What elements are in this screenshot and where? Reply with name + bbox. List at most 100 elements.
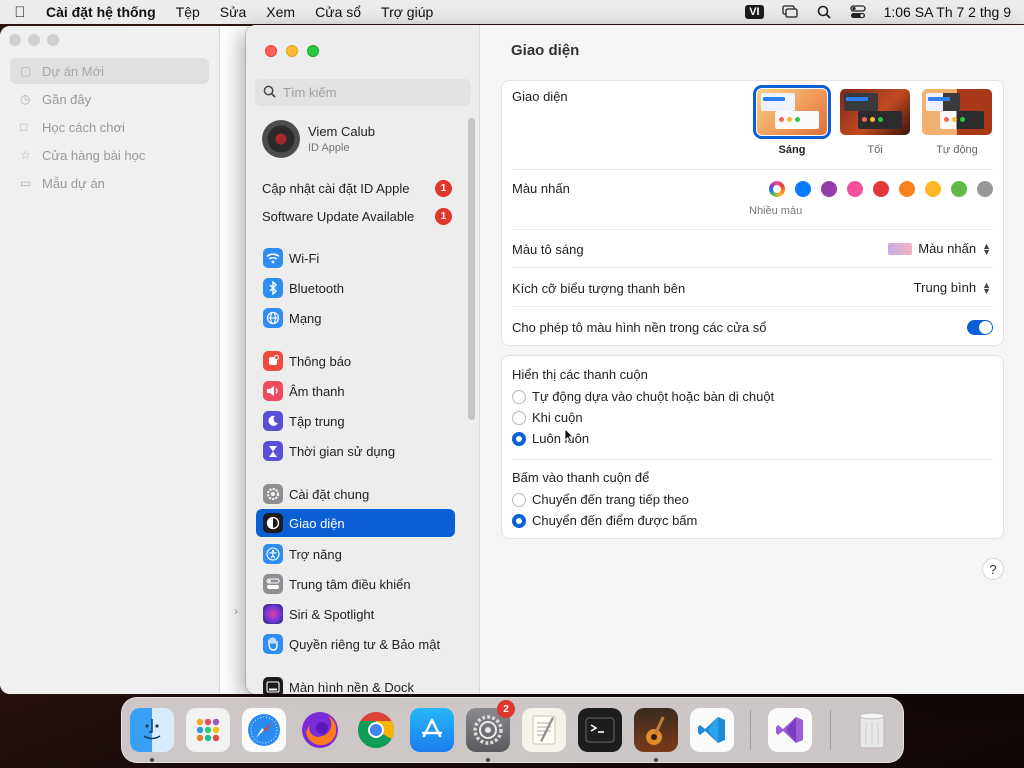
scroll-option-always[interactable]: Luôn luôn [512,431,589,446]
user-name: Viem Calub [308,124,375,139]
radio-button[interactable] [512,492,526,507]
accent-swatch-orange[interactable] [899,181,915,197]
scroll-option-automatic[interactable]: Tự động dựa vào chuột hoặc bàn di chuột [512,389,774,404]
sidebar-item-label: Âm thanh [289,383,345,399]
divider [512,306,993,307]
safari-icon[interactable] [242,708,286,752]
vscode-icon[interactable] [690,708,734,752]
control-center-icon[interactable] [849,5,866,19]
notification-software-update[interactable]: Software Update Available 1 [262,206,452,226]
close-button[interactable] [9,34,21,46]
chrome-icon[interactable] [354,708,398,752]
apple-id-row[interactable]: Viem Calub ID Apple [262,120,375,158]
highlight-color-select[interactable]: Màu nhấn ▲ ▼ [888,241,991,256]
sidebar-item-siri-spotlight[interactable]: Siri & Spotlight [256,600,455,628]
sidebar-scrollbar[interactable] [468,118,475,420]
screen-mirroring-icon[interactable] [781,5,798,19]
click-option-clicked-spot[interactable]: Chuyển đến điểm được bấm [512,513,697,528]
visual-studio-icon[interactable] [768,708,812,752]
menu-file[interactable]: Tệp [166,4,210,20]
chevron-right-icon[interactable]: › [234,604,238,618]
accent-swatch-blue[interactable] [795,181,811,197]
sidebar-item-wifi[interactable]: Wi-Fi [256,244,455,272]
sidebar-item-privacy-security[interactable]: Quyền riêng tư & Bảo mật [256,630,455,658]
dock-separator [830,710,831,750]
accent-swatch-graphite[interactable] [977,181,993,197]
sidebar-item-sound[interactable]: Âm thanh [256,377,455,405]
accent-swatch-pink[interactable] [847,181,863,197]
back-item-new-project[interactable]: ▢ Dự án Mới [10,58,209,84]
scroll-option-when-scrolling[interactable]: Khi cuộn [512,410,583,425]
back-item-lesson-store[interactable]: ☆ Cửa hàng bài học [10,142,209,168]
sidebar-item-general[interactable]: Cài đặt chung [256,480,455,508]
accent-swatch-purple[interactable] [821,181,837,197]
theme-dark-option[interactable]: Tối [840,89,910,156]
textedit-icon[interactable] [522,708,566,752]
sidebar-item-control-center[interactable]: Trung tâm điều khiển [256,570,455,598]
back-item-recent[interactable]: ◷ Gần đây [10,86,209,112]
radio-button[interactable] [512,389,526,404]
radio-button[interactable] [512,431,526,446]
click-option-next-page[interactable]: Chuyển đến trang tiếp theo [512,492,689,507]
garageband-icon[interactable] [634,708,678,752]
radio-button[interactable] [512,410,526,425]
accent-multicolor-swatch[interactable] [769,181,785,197]
radio-label: Tự động dựa vào chuột hoặc bàn di chuột [532,389,775,404]
app-store-icon[interactable] [410,708,454,752]
finder-icon[interactable] [130,708,174,752]
back-item-templates[interactable]: ▭ Mẫu dự án [10,170,209,196]
back-item-learn[interactable]: □ Học cách chơi [10,114,209,140]
sidebar-item-label: Trợ năng [289,546,342,562]
wallpaper-tint-toggle[interactable] [967,320,993,335]
theme-auto-option[interactable]: Tự động [922,89,992,156]
close-button[interactable] [265,45,277,57]
sidebar-item-network[interactable]: Mạng [256,304,455,332]
theme-light-option[interactable]: Sáng [753,85,831,156]
background-window-sidebar: ▢ Dự án Mới ◷ Gần đây □ Học cách chơi ☆ … [0,26,220,694]
menu-view[interactable]: Xem [256,4,305,20]
sidebar-item-screen-time[interactable]: Thời gian sử dụng [256,437,455,465]
accent-swatch-yellow[interactable] [925,181,941,197]
terminal-icon[interactable] [578,708,622,752]
sidebar-item-desktop-dock[interactable]: Màn hình nền & Dock [256,673,455,694]
control-center-icon [263,574,283,594]
firefox-icon[interactable] [298,708,342,752]
sidebar-item-bluetooth[interactable]: Bluetooth [256,274,455,302]
help-button[interactable]: ? [982,558,1004,580]
launchpad-icon[interactable] [186,708,230,752]
running-indicator [654,758,658,762]
zoom-button[interactable] [47,34,59,46]
folder-icon: ▭ [20,176,32,190]
trash-icon[interactable] [850,708,894,752]
menu-help[interactable]: Trợ giúp [371,4,443,20]
sidebar-item-appearance[interactable]: Giao diện [256,509,455,537]
hand-icon [263,634,283,654]
minimize-button[interactable] [28,34,40,46]
sidebar-item-accessibility[interactable]: Trợ năng [256,540,455,568]
search-icon[interactable] [816,5,832,19]
sidebar-item-notifications[interactable]: Thông báo [256,347,455,375]
minimize-button[interactable] [286,45,298,57]
accent-color-label: Màu nhấn [512,181,570,196]
menu-clock[interactable]: 1:06 SA Th 7 2 thg 9 [884,4,1011,20]
menu-window[interactable]: Cửa sổ [305,4,371,20]
mouse-cursor-icon [564,428,574,446]
apple-menu-icon[interactable]:  [0,4,40,21]
menu-app-name[interactable]: Cài đặt hệ thống [40,4,166,20]
input-source-badge[interactable]: VI [745,5,764,19]
gear-icon [263,484,283,504]
accent-swatch-green[interactable] [951,181,967,197]
settings-window: Tìm kiếm Viem Calub ID Apple Cập nhật cà… [246,25,1024,694]
search-input[interactable]: Tìm kiếm [255,79,471,106]
radio-label: Khi cuộn [532,410,583,425]
menu-edit[interactable]: Sửa [210,4,257,20]
notification-apple-id[interactable]: Cập nhật cài đặt ID Apple 1 [262,178,452,198]
sidebar-item-label: Cài đặt chung [289,486,370,502]
accent-swatch-red[interactable] [873,181,889,197]
sidebar-icon-size-select[interactable]: Trung bình ▲ ▼ [914,280,991,295]
speaker-icon [263,381,283,401]
radio-button[interactable] [512,513,526,528]
sidebar-item-focus[interactable]: Tập trung [256,407,455,435]
wifi-icon [263,248,283,268]
zoom-button[interactable] [307,45,319,57]
